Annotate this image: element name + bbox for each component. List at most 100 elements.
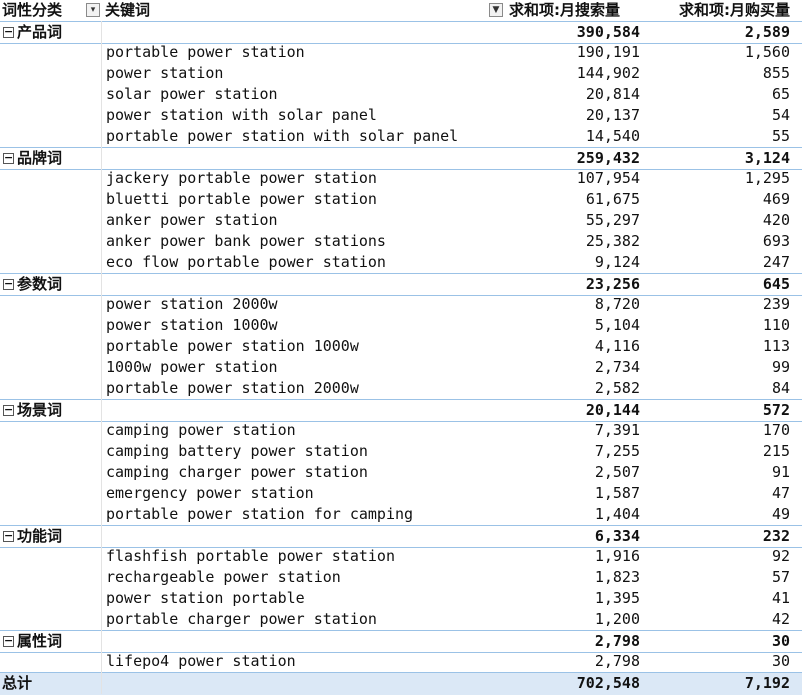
keyword-cell: emergency power station	[106, 484, 314, 502]
search-volume-cell: 7,255	[594, 442, 640, 460]
group-label: 功能词	[17, 527, 63, 545]
keyword-cell: power station portable	[106, 589, 305, 607]
grand-total-row: 总计 702,548 7,192	[0, 672, 802, 695]
search-volume-cell: 2,798	[594, 652, 640, 670]
table-row[interactable]: flashfish portable power station 1,916 92	[0, 546, 802, 567]
group-label: 参数词	[17, 275, 63, 293]
collapse-minus-icon[interactable]: −	[3, 404, 14, 416]
table-row[interactable]: camping power station 7,391 170	[0, 420, 802, 441]
keyword-cell: jackery portable power station	[106, 169, 377, 187]
table-row[interactable]: emergency power station 1,587 47	[0, 483, 802, 504]
table-row[interactable]: portable power station 190,191 1,560	[0, 42, 802, 63]
search-volume-cell: 25,382	[585, 232, 640, 250]
group-search-total: 20,144	[585, 401, 640, 419]
keyword-cell: solar power station	[106, 85, 278, 103]
search-volume-cell: 144,902	[576, 64, 640, 82]
table-row[interactable]: power station with solar panel 20,137 54	[0, 105, 802, 126]
table-row[interactable]: 1000w power station 2,734 99	[0, 357, 802, 378]
table-row[interactable]: rechargeable power station 1,823 57	[0, 567, 802, 588]
buy-volume-cell: 1,560	[744, 43, 790, 61]
buy-volume-cell: 65	[771, 85, 790, 103]
dropdown-arrow-icon[interactable]: ▾	[86, 3, 100, 17]
buy-volume-cell: 92	[771, 547, 790, 565]
buy-volume-cell: 113	[762, 337, 790, 355]
search-volume-cell: 20,814	[585, 85, 640, 103]
collapse-minus-icon[interactable]: −	[3, 26, 14, 38]
group-search-total: 23,256	[585, 275, 640, 293]
keyword-cell: lifepo4 power station	[106, 652, 296, 670]
table-row[interactable]: power station 1000w 5,104 110	[0, 315, 802, 336]
table-row[interactable]: anker power station 55,297 420	[0, 210, 802, 231]
table-row[interactable]: camping charger power station 2,507 91	[0, 462, 802, 483]
group-label: 产品词	[17, 23, 63, 41]
group-label: 品牌词	[17, 149, 63, 167]
grand-total-label: 总计	[2, 674, 33, 692]
table-row[interactable]: portable power station with solar panel 1…	[0, 126, 802, 147]
search-volume-cell: 61,675	[585, 190, 640, 208]
collapse-minus-icon[interactable]: −	[3, 635, 14, 647]
table-row[interactable]: power station 2000w 8,720 239	[0, 294, 802, 315]
table-row[interactable]: bluetti portable power station 61,675 469	[0, 189, 802, 210]
group-buy-total: 3,124	[744, 149, 790, 167]
buy-volume-cell: 42	[771, 610, 790, 628]
buy-volume-cell: 215	[762, 442, 790, 460]
search-volume-cell: 1,404	[594, 505, 640, 523]
table-row[interactable]: portable charger power station 1,200 42	[0, 609, 802, 630]
header-keyword[interactable]: 关键词	[105, 0, 150, 21]
keyword-cell: power station with solar panel	[106, 106, 377, 124]
search-volume-cell: 55,297	[585, 211, 640, 229]
grand-total-search: 702,548	[576, 674, 640, 692]
buy-volume-cell: 469	[762, 190, 790, 208]
table-row[interactable]: portable power station for camping 1,404 4…	[0, 504, 802, 525]
search-volume-cell: 7,391	[594, 421, 640, 439]
keyword-cell: camping battery power station	[106, 442, 368, 460]
buy-volume-cell: 855	[762, 64, 790, 82]
table-row[interactable]: power station portable 1,395 41	[0, 588, 802, 609]
table-row[interactable]: camping battery power station 7,255 215	[0, 441, 802, 462]
group-buy-total: 645	[762, 275, 790, 293]
collapse-minus-icon[interactable]: −	[3, 530, 14, 542]
table-row[interactable]: power station 144,902 855	[0, 63, 802, 84]
keyword-cell: camping power station	[106, 421, 296, 439]
keyword-cell: portable power station with solar panel	[106, 127, 459, 145]
table-row[interactable]: portable power station 2000w 2,582 84	[0, 378, 802, 399]
keyword-cell: eco flow portable power station	[106, 253, 386, 271]
search-volume-cell: 14,540	[585, 127, 640, 145]
collapse-minus-icon[interactable]: −	[3, 278, 14, 290]
keyword-cell: anker power bank power stations	[106, 232, 386, 250]
header-category[interactable]: 词性分类	[2, 0, 62, 21]
search-volume-cell: 190,191	[576, 43, 640, 61]
table-row[interactable]: jackery portable power station 107,954 1,2…	[0, 168, 802, 189]
search-volume-cell: 107,954	[576, 169, 640, 187]
search-volume-cell: 1,587	[594, 484, 640, 502]
group-search-total: 6,334	[594, 527, 640, 545]
table-row[interactable]: portable power station 1000w 4,116 113	[0, 336, 802, 357]
keyword-cell: bluetti portable power station	[106, 190, 377, 208]
group-buy-total: 30	[771, 632, 790, 650]
group-buy-total: 2,589	[744, 23, 790, 41]
group-row[interactable]: − 属性词 2,798 30	[0, 630, 802, 653]
buy-volume-cell: 693	[762, 232, 790, 250]
search-volume-cell: 2,507	[594, 463, 640, 481]
group-buy-total: 232	[762, 527, 790, 545]
table-row[interactable]: eco flow portable power station 9,124 247	[0, 252, 802, 273]
group-row[interactable]: − 产品词 390,584 2,589	[0, 21, 802, 44]
group-row[interactable]: − 功能词 6,334 232	[0, 525, 802, 548]
filter-icon[interactable]: ▼	[489, 3, 503, 17]
group-buy-total: 572	[762, 401, 790, 419]
keyword-cell: rechargeable power station	[106, 568, 341, 586]
buy-volume-cell: 110	[762, 316, 790, 334]
group-label: 属性词	[17, 632, 63, 650]
group-row[interactable]: − 品牌词 259,432 3,124	[0, 147, 802, 170]
group-row[interactable]: − 场景词 20,144 572	[0, 399, 802, 422]
table-row[interactable]: lifepo4 power station 2,798 30	[0, 651, 802, 672]
table-row[interactable]: anker power bank power stations 25,382 693	[0, 231, 802, 252]
table-row[interactable]: solar power station 20,814 65	[0, 84, 802, 105]
search-volume-cell: 5,104	[594, 316, 640, 334]
buy-volume-cell: 54	[771, 106, 790, 124]
collapse-minus-icon[interactable]: −	[3, 152, 14, 164]
header-search-volume[interactable]: 求和项:月搜索量	[509, 0, 620, 21]
header-buy-volume[interactable]: 求和项:月购买量	[657, 0, 790, 21]
buy-volume-cell: 420	[762, 211, 790, 229]
group-row[interactable]: − 参数词 23,256 645	[0, 273, 802, 296]
